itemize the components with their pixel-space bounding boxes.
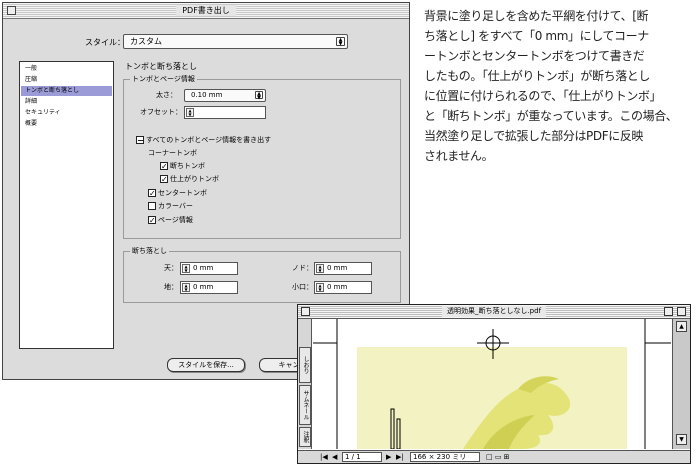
page-indicator[interactable]: 1 / 1 bbox=[342, 452, 382, 462]
stepper-arrows-icon[interactable]: ▲ ▼ bbox=[182, 283, 190, 292]
preview-titlebar[interactable]: 透明効果_断ち落としなし.pdf bbox=[298, 305, 690, 319]
all-marks-checkbox[interactable]: − bbox=[136, 136, 144, 145]
article-line: 当然塗り足しで拡張した部分はPDFに反映 bbox=[424, 129, 644, 143]
bleed-bottom-value: 0 mm bbox=[193, 283, 214, 291]
trim-marks-checkbox[interactable]: ✓ bbox=[160, 175, 168, 184]
page-layout-icon[interactable]: □ ▭ ⊞ bbox=[486, 453, 510, 462]
bleed-outside-field[interactable]: ▲ ▼ 0 mm bbox=[314, 281, 372, 294]
page-info-label: ページ情報 bbox=[158, 216, 193, 224]
article-line: したもの。「仕上がりトンボ」が断ち落とし bbox=[424, 69, 651, 83]
prev-page-icon[interactable]: ◀ bbox=[332, 453, 337, 462]
dialog-titlebar[interactable]: PDF書き出し bbox=[3, 3, 409, 19]
bleed-inside-field[interactable]: ▲ ▼ 0 mm bbox=[314, 262, 372, 275]
category-item-advanced[interactable]: 詳細 bbox=[21, 97, 112, 107]
color-bars-checkbox[interactable] bbox=[148, 202, 156, 210]
marks-group: トンボとページ情報 太さ： 0.10 mm ▲ ▼ オフセット： ▲ ▼ − すべて… bbox=[123, 75, 401, 239]
all-marks-label: すべてのトンボとページ情報を書き出す bbox=[146, 136, 272, 144]
page-size: 166 × 230 ミリ bbox=[410, 452, 480, 462]
zoom-box-icon[interactable] bbox=[664, 307, 673, 316]
trim-marks-label: 仕上がりトンボ bbox=[170, 175, 219, 183]
style-select[interactable]: カスタム ▲ ▼ bbox=[123, 34, 348, 49]
vertical-scrollbar[interactable]: ▲ ▼ bbox=[672, 319, 690, 449]
bleed-inside-value: 0 mm bbox=[327, 264, 348, 272]
last-page-icon[interactable]: ▶| bbox=[396, 453, 404, 462]
weight-select[interactable]: 0.10 mm ▲ ▼ bbox=[184, 89, 266, 102]
comments-tab[interactable]: 注釈 bbox=[299, 427, 311, 447]
document-canvas[interactable] bbox=[313, 319, 671, 449]
bleed-group: 断ち落とし 天： ▲ ▼ 0 mm 地： ▲ ▼ 0 mm ノド： ▲ ▼ 0 mm … bbox=[123, 247, 401, 303]
page-render bbox=[313, 319, 671, 449]
weight-label: 太さ： bbox=[156, 91, 177, 99]
bleed-top-value: 0 mm bbox=[193, 264, 214, 272]
article-line: に位置に付けられるので、「仕上がりトンボ」 bbox=[424, 89, 662, 103]
bookmarks-tab[interactable]: しおり bbox=[299, 347, 311, 383]
category-list: 一般 圧縮 トンボと断ち落とし 詳細 セキュリティ 概要 bbox=[19, 61, 114, 349]
color-bars-label: カラーバー bbox=[158, 202, 193, 210]
collapse-box-icon[interactable] bbox=[677, 307, 686, 316]
page-info-checkbox[interactable]: ✓ bbox=[148, 216, 156, 225]
status-bar: |◀ ◀ 1 / 1 ▶ ▶| 166 × 230 ミリ □ ▭ ⊞ bbox=[298, 450, 690, 463]
style-label: スタイル： bbox=[85, 38, 125, 47]
thumbnails-tab[interactable]: サムネール bbox=[299, 385, 311, 425]
offset-label: オフセット： bbox=[140, 108, 182, 116]
bleed-outside-value: 0 mm bbox=[327, 283, 348, 291]
navigation-tabs: しおり サムネール 注釈 bbox=[298, 319, 312, 449]
article-text: 背景に塗り足しを含めた平網を付けて、[断 ち落とし] をすべて「0 mm」にして… bbox=[424, 6, 694, 166]
category-item-summary[interactable]: 概要 bbox=[21, 119, 112, 129]
style-select-value: カスタム bbox=[130, 37, 162, 46]
bleed-bottom-label: 地： bbox=[164, 283, 178, 291]
category-item-security[interactable]: セキュリティ bbox=[21, 108, 112, 118]
crop-marks-label: 断ちトンボ bbox=[170, 162, 205, 170]
crop-marks-checkbox[interactable]: ✓ bbox=[160, 162, 168, 171]
close-box-icon[interactable] bbox=[7, 6, 16, 15]
updown-arrows-icon: ▲ ▼ bbox=[336, 37, 345, 47]
bleed-outside-label: 小口： bbox=[292, 283, 313, 291]
offset-field[interactable]: ▲ ▼ bbox=[184, 106, 266, 119]
stepper-arrows-icon[interactable]: ▲ ▼ bbox=[316, 283, 324, 292]
stepper-arrows-icon[interactable]: ▲ ▼ bbox=[316, 264, 324, 273]
article-line: されません。 bbox=[424, 149, 494, 163]
pdf-preview-window: 透明効果_断ち落としなし.pdf しおり サムネール 注釈 ▲ ▼ |◀ ◀ 1… bbox=[297, 304, 691, 464]
article-line: 背景に塗り足しを含めた平網を付けて、[断 bbox=[424, 9, 649, 23]
weight-value: 0.10 mm bbox=[191, 91, 223, 99]
bleed-inside-label: ノド： bbox=[292, 264, 313, 272]
scroll-up-icon[interactable]: ▲ bbox=[676, 321, 687, 332]
first-page-icon[interactable]: |◀ bbox=[320, 453, 328, 462]
article-line: ートンボとセンタートンボをつけて書きだ bbox=[424, 49, 645, 63]
scroll-down-icon[interactable]: ▼ bbox=[676, 434, 687, 445]
next-page-icon[interactable]: ▶ bbox=[386, 453, 391, 462]
bleed-top-label: 天： bbox=[164, 264, 178, 272]
corner-marks-label: コーナートンボ bbox=[148, 149, 197, 157]
stepper-arrows-icon[interactable]: ▲ ▼ bbox=[182, 264, 190, 273]
stepper-arrows-icon[interactable]: ▲ ▼ bbox=[186, 108, 194, 117]
marks-group-title: トンボとページ情報 bbox=[130, 75, 197, 84]
article-line: ち落とし] をすべて「0 mm」にしてコーナ bbox=[424, 29, 649, 43]
category-item-compression[interactable]: 圧縮 bbox=[21, 75, 112, 85]
registration-marks-label: センタートンボ bbox=[158, 189, 207, 197]
bleed-top-field[interactable]: ▲ ▼ 0 mm bbox=[180, 262, 238, 275]
dialog-title: PDF書き出し bbox=[176, 5, 236, 16]
bleed-bottom-field[interactable]: ▲ ▼ 0 mm bbox=[180, 281, 238, 294]
article-line: と「断ちトンボ」が重なっています。この場合、 bbox=[424, 109, 678, 123]
save-style-button[interactable]: スタイルを保存... bbox=[167, 358, 245, 372]
updown-arrows-icon: ▲ ▼ bbox=[255, 91, 263, 101]
close-box-icon[interactable] bbox=[301, 307, 310, 316]
category-item-marks-bleed[interactable]: トンボと断ち落とし bbox=[21, 86, 112, 96]
registration-marks-checkbox[interactable]: ✓ bbox=[148, 189, 156, 198]
category-item-general[interactable]: 一般 bbox=[21, 64, 112, 74]
bleed-group-title: 断ち落とし bbox=[130, 247, 169, 256]
section-title: トンボと断ち落とし bbox=[125, 62, 197, 71]
preview-title: 透明効果_断ち落としなし.pdf bbox=[441, 306, 547, 317]
